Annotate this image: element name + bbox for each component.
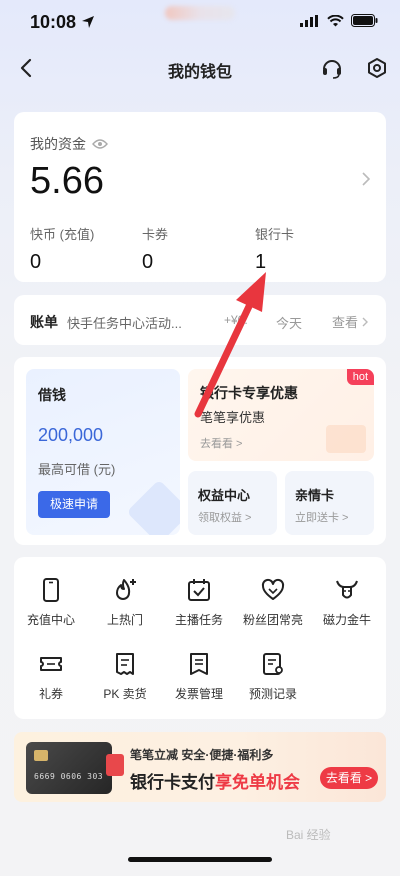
status-icons	[300, 14, 378, 27]
asset-coins-label: 快币 (充值)	[30, 227, 95, 242]
assets-balance: 5.66	[30, 160, 104, 202]
benefits-title: 权益中心	[198, 488, 251, 503]
asset-bankcards-label: 银行卡	[255, 227, 295, 242]
wifi-icon	[327, 14, 344, 26]
settings-button[interactable]	[363, 54, 391, 82]
function-grid: 充值中心 上热门 主播任务 粉丝团常亮 磁力金牛 礼券 PK 卖货 发票管理 预…	[14, 557, 386, 719]
bank-offer-card[interactable]: 银行卡专享优惠 笔笔享优惠 去看看 > hot	[188, 369, 374, 461]
benefits-card[interactable]: 权益中心 领取权益 >	[188, 471, 277, 535]
grid-label: 上热门	[106, 613, 143, 627]
heart-badge-icon	[261, 578, 285, 600]
grid-label: 充值中心	[26, 613, 75, 627]
asset-coins[interactable]: 快币 (充值) 0	[30, 224, 94, 274]
status-notification-blur	[165, 6, 235, 20]
bill-view-label: 查看	[331, 315, 358, 330]
grid-item-host-tasks[interactable]: 主播任务	[162, 577, 236, 628]
banner-tagline: 笔笔立减 安全·便捷·福利多	[130, 748, 274, 762]
banner-headline: 银行卡支付享免单机会	[130, 768, 300, 793]
invoice-icon	[190, 653, 208, 675]
banner-headline-highlight: 享免单机会	[215, 773, 300, 792]
bank-offer-link[interactable]: 去看看 >	[200, 435, 242, 451]
grid-label: PK 卖货	[103, 687, 147, 701]
benefits-subtitle: 领取权益 >	[198, 512, 252, 524]
settings-hexagon-icon	[368, 58, 386, 78]
grid-item-coupons[interactable]: 礼券	[14, 651, 88, 702]
grid-item-magnetic-bull[interactable]: 磁力金牛	[310, 577, 384, 628]
asset-coupons[interactable]: 卡券 0	[142, 224, 168, 274]
bill-view-link[interactable]: 查看	[332, 312, 368, 331]
grid-label: 粉丝团常亮	[242, 613, 303, 627]
bank-offer-decoration	[326, 425, 366, 453]
loan-decoration	[126, 479, 180, 535]
loan-title: 借钱	[38, 387, 66, 403]
grid-item-fan-club[interactable]: 粉丝团常亮	[236, 577, 310, 628]
loan-apply-button[interactable]: 极速申请	[38, 491, 110, 518]
family-card-subtitle: 立即送卡 >	[295, 512, 349, 524]
asset-coupons-label: 卡券	[142, 227, 169, 242]
asset-bankcards[interactable]: 银行卡 1	[255, 224, 294, 274]
grid-item-recharge[interactable]: 充值中心	[14, 577, 88, 628]
customer-service-button[interactable]	[318, 54, 346, 82]
asset-coins-value: 0	[30, 251, 42, 273]
banner-headline-prefix: 银行卡支付	[130, 773, 215, 792]
bank-card-illustration: 6669 0606 303	[26, 742, 112, 794]
grid-label: 预测记录	[248, 687, 297, 701]
status-bar: 10:08	[0, 0, 400, 46]
fire-plus-icon	[116, 579, 136, 600]
bill-title: 账单	[30, 314, 58, 330]
bill-description: 快手任务中心活动...	[67, 316, 182, 331]
chevron-right-icon	[362, 172, 370, 186]
signal-icon	[300, 14, 318, 27]
grid-label: 主播任务	[174, 613, 223, 627]
bill-row[interactable]: 账单 快手任务中心活动... +¥0. 今天 查看	[14, 295, 386, 345]
home-indicator	[128, 857, 272, 862]
watermark: Bai 经验	[286, 828, 331, 842]
card-number: 6669 0606 303	[34, 772, 104, 781]
loan-amount: 200,000	[38, 425, 104, 445]
grid-label: 礼券	[38, 687, 63, 701]
loan-card[interactable]: 借钱 200,000 最高可借 (元) 极速申请	[26, 369, 180, 535]
grid-item-invoices[interactable]: 发票管理	[162, 651, 236, 702]
card-chip	[34, 750, 48, 761]
finance-section: 借钱 200,000 最高可借 (元) 极速申请 银行卡专享优惠 笔笔享优惠 去…	[14, 357, 386, 545]
status-time: 10:08	[30, 12, 77, 32]
ticket-icon	[40, 657, 62, 671]
assets-label: 我的资金	[30, 136, 86, 152]
location-arrow-icon	[82, 16, 94, 28]
hot-badge: hot	[346, 369, 374, 385]
record-icon	[263, 653, 283, 675]
grid-label: 发票管理	[174, 687, 223, 701]
assets-card[interactable]: 我的资金 5.66 快币 (充值) 0 卡券 0 银行卡 1	[14, 112, 386, 282]
chevron-right-icon	[362, 317, 368, 326]
nav-bar: 我的钱包	[0, 50, 400, 86]
asset-bankcards-value: 1	[255, 251, 267, 273]
grid-item-trending[interactable]: 上热门	[88, 577, 162, 628]
family-card-title: 亲情卡	[295, 488, 335, 503]
battery-icon	[351, 14, 378, 27]
headset-icon	[323, 60, 341, 79]
grid-label: 磁力金牛	[322, 613, 371, 627]
bull-icon	[336, 580, 358, 599]
eye-icon[interactable]	[92, 138, 108, 150]
promo-banner[interactable]: 6669 0606 303 笔笔立减 安全·便捷·福利多 银行卡支付享免单机会 …	[14, 732, 386, 802]
red-envelope-illustration	[106, 754, 124, 776]
grid-item-predictions[interactable]: 预测记录	[236, 651, 310, 702]
phone-icon	[43, 578, 59, 602]
grid-item-pk-sales[interactable]: PK 卖货	[88, 651, 162, 702]
bank-offer-subtitle: 笔笔享优惠	[200, 410, 266, 425]
banner-cta-button[interactable]: 去看看 >	[320, 767, 378, 789]
asset-coupons-value: 0	[142, 251, 154, 273]
bank-offer-title: 银行卡专享优惠	[200, 385, 298, 401]
family-card[interactable]: 亲情卡 立即送卡 >	[285, 471, 374, 535]
calendar-check-icon	[188, 579, 210, 601]
bill-date: 今天	[276, 316, 303, 331]
receipt-icon	[116, 653, 134, 675]
loan-subtitle: 最高可借 (元)	[38, 462, 116, 477]
assets-label-row: 我的资金	[30, 134, 108, 154]
bill-amount: +¥0.	[224, 313, 248, 327]
